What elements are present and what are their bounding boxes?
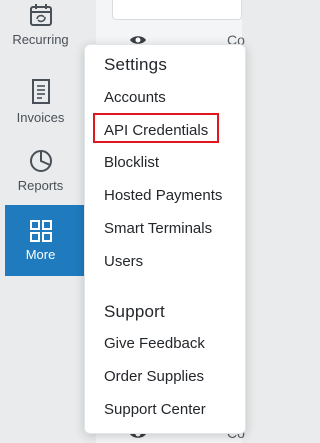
- grid-four-squares-icon: [29, 220, 52, 242]
- sidebar-nav: Recurring Invoices Reports More: [0, 0, 104, 443]
- menu-item-smart-terminals[interactable]: Smart Terminals: [104, 220, 212, 237]
- sidebar-item-reports[interactable]: Reports: [5, 148, 76, 208]
- menu-item-order-supplies[interactable]: Order Supplies: [104, 368, 204, 385]
- more-dropdown-menu: Settings Accounts API Credentials Blockl…: [84, 44, 246, 434]
- pie-chart-icon: [29, 150, 52, 172]
- menu-item-give-feedback[interactable]: Give Feedback: [104, 335, 205, 352]
- sidebar-item-label: Reports: [17, 178, 64, 193]
- sidebar-item-label: More: [25, 247, 56, 262]
- menu-item-support-center[interactable]: Support Center: [104, 401, 206, 418]
- table-row: [112, 0, 242, 20]
- menu-item-hosted-payments[interactable]: Hosted Payments: [104, 187, 222, 204]
- sidebar-item-label: Recurring: [12, 32, 69, 47]
- sidebar-item-recurring[interactable]: Recurring: [5, 2, 76, 62]
- support-heading: Support: [104, 302, 165, 321]
- recurring-calendar-icon: [29, 4, 52, 26]
- sidebar-item-invoices[interactable]: Invoices: [5, 78, 76, 138]
- invoice-document-icon: [31, 79, 50, 104]
- menu-item-users[interactable]: Users: [104, 253, 143, 270]
- menu-item-blocklist[interactable]: Blocklist: [104, 154, 159, 171]
- highlight-annotation-box: [93, 113, 219, 143]
- sidebar-item-label: Invoices: [16, 110, 65, 125]
- settings-heading: Settings: [104, 55, 168, 74]
- menu-item-accounts[interactable]: Accounts: [104, 89, 166, 106]
